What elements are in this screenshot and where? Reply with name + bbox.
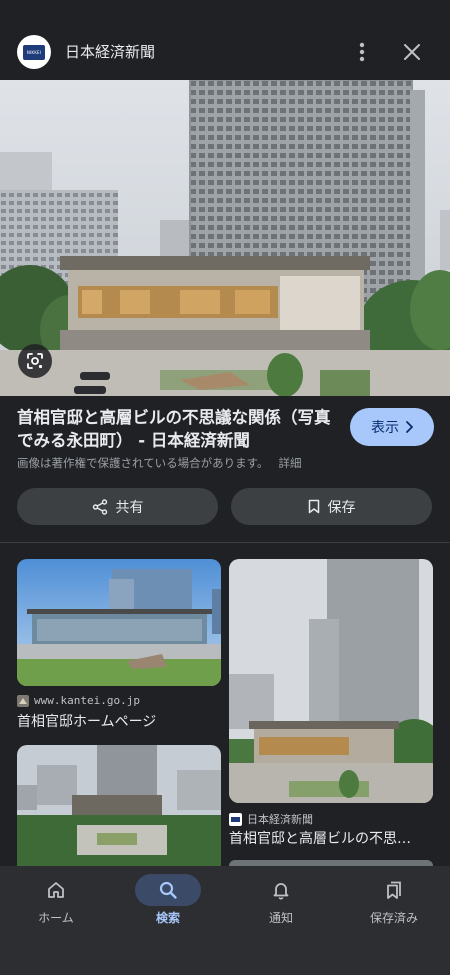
related-source-2-text: 日本経済新聞 [247,813,313,826]
bottom-navigation: ホーム 検索 通知 保存済み [0,866,450,975]
share-label: 共有 [115,499,144,516]
related-image-1[interactable] [17,559,221,686]
related-image-2[interactable] [229,559,433,803]
nav-bell-icon-wrap [248,874,314,906]
share-icon [92,498,107,515]
result-title[interactable]: 首相官邸と高層ビルの不思議な関係（写真でみる永田町） - 日本経済新聞 [17,406,337,452]
nav-notifications-label: 通知 [268,911,293,925]
related-source-1: www.kantei.go.jp [17,694,140,707]
site-name: 日本経済新聞 [65,43,156,61]
copyright-text: 画像は著作権で保護されている場合があります。 [17,456,269,470]
bookmark-icon [308,499,319,514]
details-link[interactable]: 詳細 [279,456,302,470]
lens-icon [27,353,43,369]
save-button[interactable]: 保存 [231,488,432,525]
close-icon [404,44,420,60]
home-icon [48,882,64,898]
related-source-2: 日本経済新聞 [229,811,313,827]
lens-search-button[interactable] [18,344,52,378]
nikkei-logo-mark: NIKKEI [23,44,45,60]
show-button[interactable]: 表示 [350,408,434,446]
related-title-2[interactable]: 首相官邸と高層ビルの不思… [229,828,433,848]
related-photo-1 [17,559,221,686]
show-button-label: 表示 [371,420,399,436]
share-button[interactable]: 共有 [17,488,218,525]
nav-saved-icon-wrap [361,874,427,906]
close-button[interactable] [398,38,426,66]
nav-search-icon-wrap [135,874,201,906]
related-photo-3 [17,745,221,867]
save-label: 保存 [327,499,356,516]
app-header: NIKKEI 日本経済新聞 [0,0,450,80]
section-divider [0,542,450,543]
chevron-right-icon [406,421,413,433]
related-source-1-text: www.kantei.go.jp [34,694,140,707]
bookmarks-icon [387,881,401,899]
bell-icon [273,883,289,900]
site-logo: NIKKEI [17,35,51,69]
related-image-3[interactable] [17,745,221,867]
nav-home-label: ホーム [38,911,74,925]
related-title-1[interactable]: 首相官邸ホームページ [17,711,221,731]
nav-search-label: 検索 [155,911,180,925]
copyright-notice: 画像は著作権で保護されている場合があります。 詳細 [17,455,302,471]
nikkei-favicon-icon [229,812,242,826]
related-photo-2 [229,559,433,803]
building-photo [0,80,450,396]
nav-home-icon-wrap [23,874,89,906]
more-vert-icon [359,42,365,62]
kantei-favicon-icon [17,694,29,707]
nav-saved-label: 保存済み [369,911,418,925]
search-icon [159,881,177,899]
more-options-button[interactable] [348,38,376,66]
preview-image[interactable] [0,80,450,396]
